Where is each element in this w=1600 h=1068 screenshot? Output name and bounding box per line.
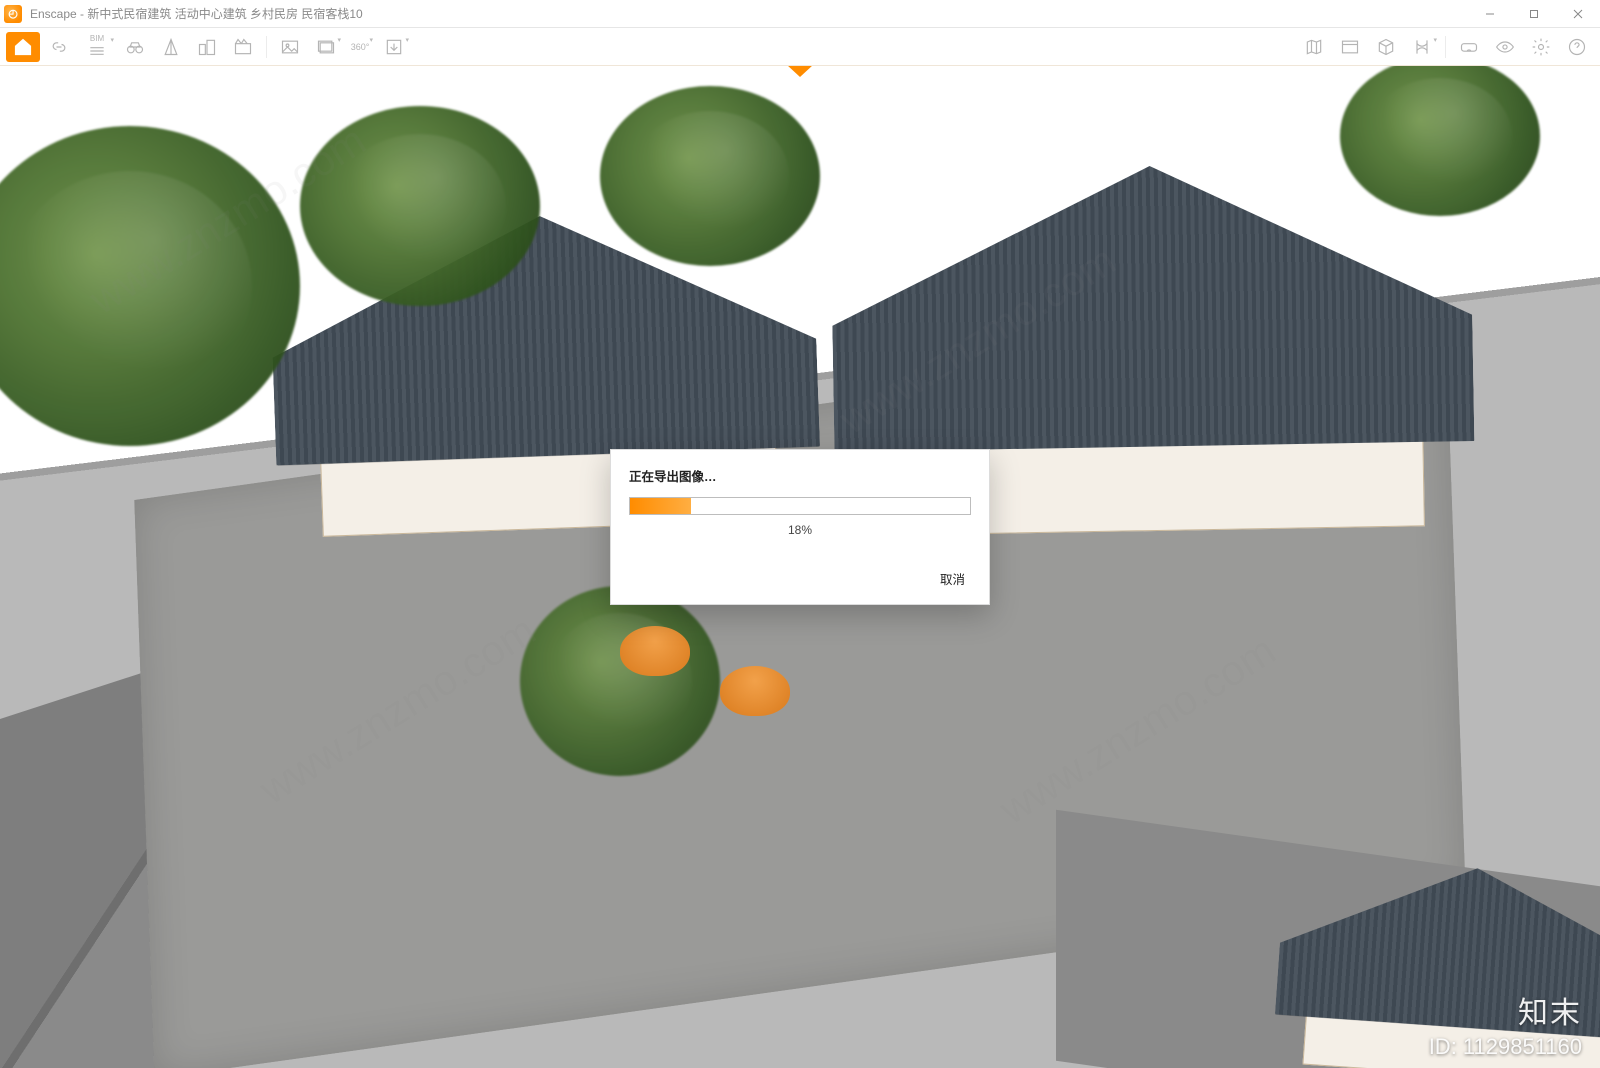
close-icon (1573, 9, 1583, 19)
export-360-button[interactable]: 360° ▾ (345, 32, 375, 62)
scene-tree (520, 586, 720, 776)
app-logo-icon: ◴ (4, 5, 22, 23)
map-button[interactable] (1297, 32, 1331, 62)
bim-menu-button[interactable]: BIM ▾ (78, 32, 116, 62)
progress-bar-fill (630, 498, 691, 514)
minimize-icon (1485, 9, 1495, 19)
scene-tree (300, 106, 540, 306)
window-title: Enscape - 新中式民宿建筑 活动中心建筑 乡村民房 民宿客栈10 (30, 5, 363, 22)
link-icon (49, 37, 69, 57)
compass-button[interactable] (154, 32, 188, 62)
bim-label: BIM (90, 34, 104, 43)
maximize-button[interactable] (1512, 0, 1556, 28)
vr-headset-icon (1459, 37, 1479, 57)
chevron-down-icon: ▾ (337, 36, 341, 44)
export-batch-button[interactable]: ▾ (309, 32, 343, 62)
image-batch-icon (316, 37, 336, 57)
chevron-down-icon: ▾ (110, 36, 114, 44)
title-sep: - (77, 7, 88, 21)
link-button[interactable] (42, 32, 76, 62)
progress-bar (629, 497, 971, 515)
cube-button[interactable] (1369, 32, 1403, 62)
scene-umbrella (720, 666, 790, 716)
window-controls (1468, 0, 1600, 28)
export-progress-dialog: 正在导出图像… 18% 取消 (610, 449, 990, 605)
maximize-icon (1529, 9, 1539, 19)
scene-tree (600, 86, 820, 266)
compass-icon (161, 37, 181, 57)
progress-percent-label: 18% (629, 523, 971, 537)
gear-icon (1531, 37, 1551, 57)
map-icon (1304, 37, 1324, 57)
menu-icon (87, 41, 107, 61)
chevron-down-icon: ▾ (369, 36, 373, 44)
toolbar-divider (266, 36, 267, 58)
toolbar-divider (1445, 36, 1446, 58)
watermark-id: ID: 1129851160 (1429, 1034, 1582, 1060)
watermark-brand: 知末 (1518, 988, 1582, 1032)
minimize-button[interactable] (1468, 0, 1512, 28)
assets-button[interactable] (1333, 32, 1367, 62)
clipping-icon (1412, 37, 1432, 57)
home-button[interactable] (6, 32, 40, 62)
buildings-icon (197, 37, 217, 57)
scene-umbrella (620, 626, 690, 676)
render-viewport[interactable]: www.znzmo.com www.znzmo.com www.znzmo.co… (0, 66, 1600, 1068)
assets-icon (1340, 37, 1360, 57)
binoculars-button[interactable] (118, 32, 152, 62)
clipping-button[interactable]: ▾ (1405, 32, 1439, 62)
image-export-icon (280, 37, 300, 57)
scene-building (830, 161, 1475, 453)
pano-360-icon: 360° (351, 42, 370, 52)
vr-button[interactable] (1452, 32, 1486, 62)
cube-icon (1376, 37, 1396, 57)
buildings-button[interactable] (190, 32, 224, 62)
clapperboard-icon (233, 37, 253, 57)
export-exe-button[interactable]: ▾ (377, 32, 411, 62)
dialog-title: 正在导出图像… (629, 466, 971, 485)
exe-export-icon (384, 37, 404, 57)
visibility-button[interactable] (1488, 32, 1522, 62)
export-image-button[interactable] (273, 32, 307, 62)
toolbar-expand-handle[interactable] (785, 66, 815, 79)
chevron-down-icon: ▾ (1433, 36, 1437, 44)
help-button[interactable] (1560, 32, 1594, 62)
document-title: 新中式民宿建筑 活动中心建筑 乡村民房 民宿客栈10 (87, 7, 362, 21)
eye-icon (1495, 37, 1515, 57)
help-icon (1567, 37, 1587, 57)
chevron-down-icon (787, 66, 813, 79)
binoculars-icon (125, 37, 145, 57)
settings-button[interactable] (1524, 32, 1558, 62)
cancel-button[interactable]: 取消 (934, 565, 971, 592)
chevron-down-icon: ▾ (405, 36, 409, 44)
clapperboard-button[interactable] (226, 32, 260, 62)
titlebar: ◴ Enscape - 新中式民宿建筑 活动中心建筑 乡村民房 民宿客栈10 (0, 0, 1600, 28)
close-button[interactable] (1556, 0, 1600, 28)
app-name: Enscape (30, 7, 77, 21)
toolbar: BIM ▾ ▾ 360° ▾ ▾ ▾ (0, 28, 1600, 66)
home-icon (13, 37, 33, 57)
